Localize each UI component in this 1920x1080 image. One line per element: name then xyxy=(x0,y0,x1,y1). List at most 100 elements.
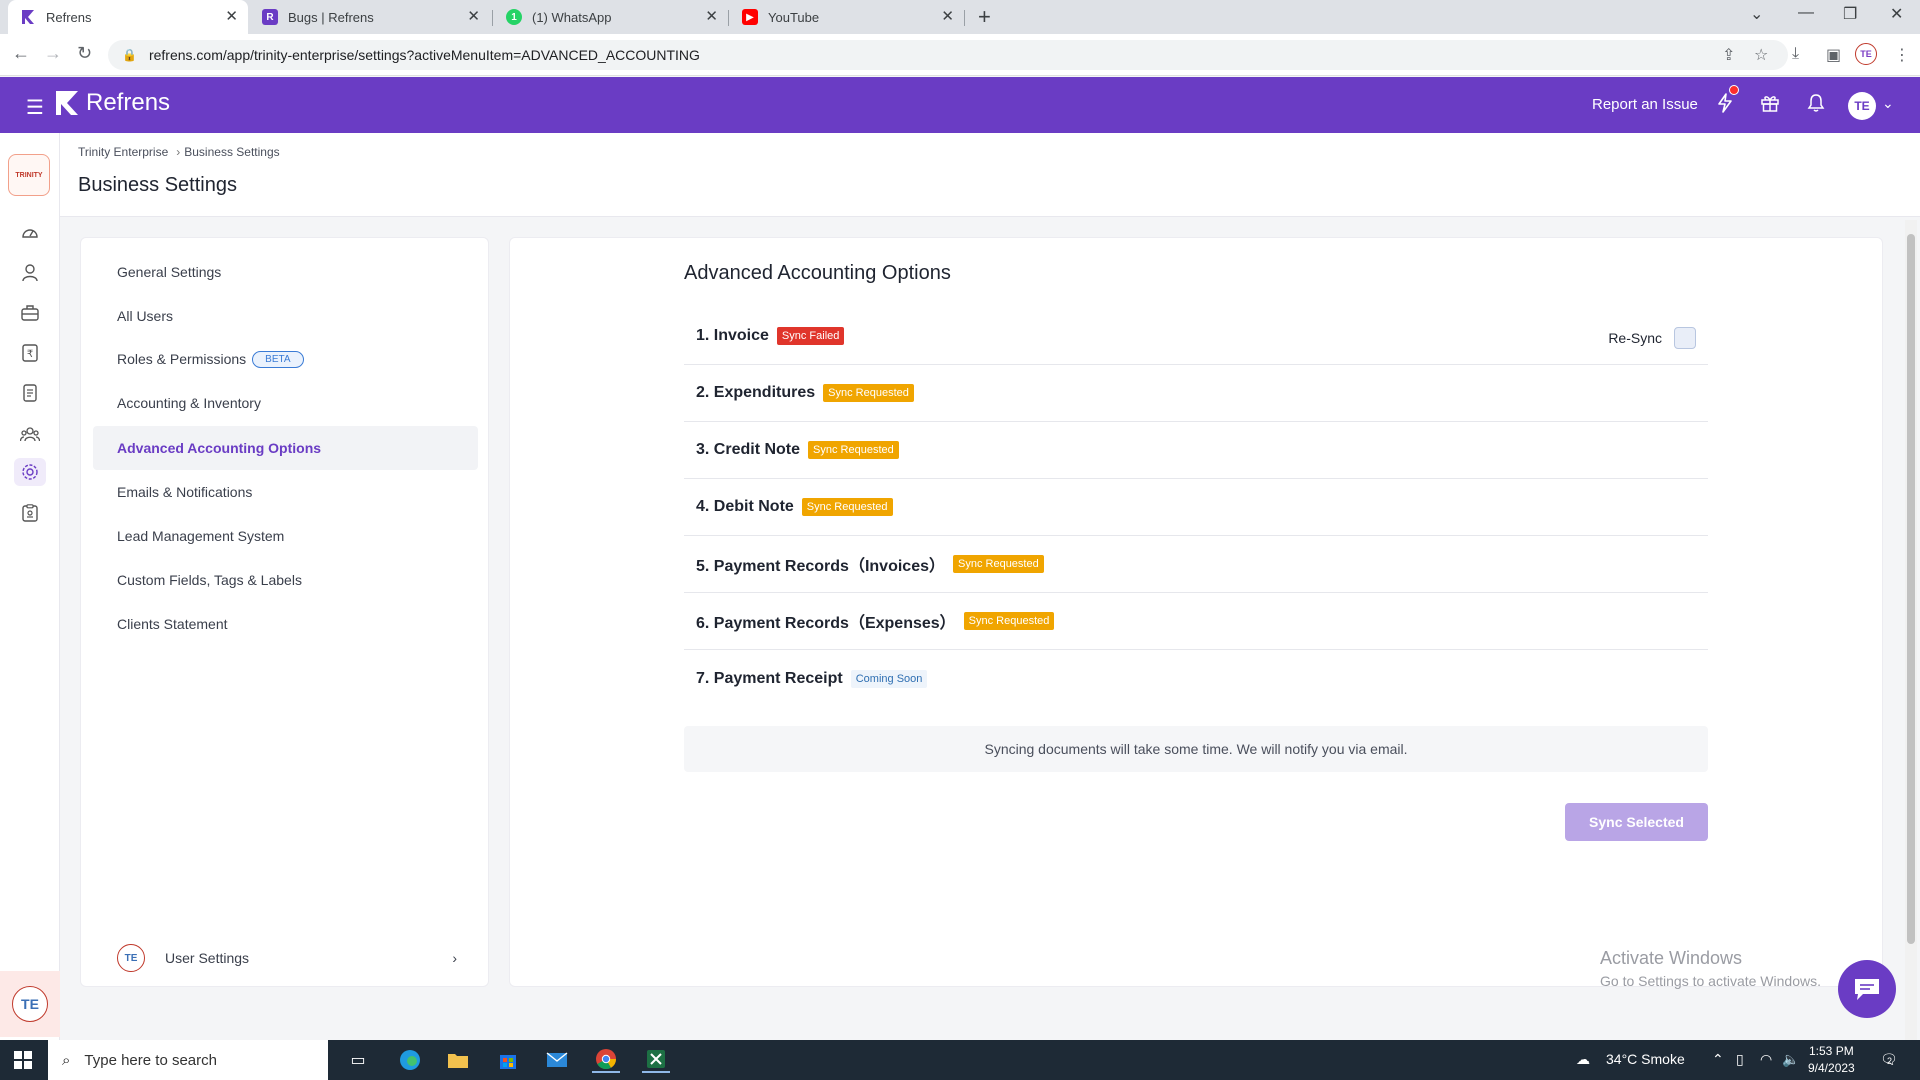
chat-icon xyxy=(1855,979,1879,1000)
user-icon[interactable] xyxy=(18,261,42,285)
team-icon[interactable] xyxy=(18,422,42,446)
option-label: 3. Credit Note xyxy=(696,441,801,458)
clipboard-icon[interactable] xyxy=(18,501,42,525)
tab-title: YouTube xyxy=(768,9,820,25)
report-issue-link[interactable]: Report an Issue xyxy=(1592,96,1698,113)
option-row-expenditures: 2. Expenditures Sync Requested xyxy=(684,365,1708,422)
browser-menu-icon[interactable]: ⋮ xyxy=(1894,45,1910,65)
status-badge: Sync Requested xyxy=(963,612,1055,630)
user-avatar[interactable]: TE xyxy=(1848,92,1876,120)
beta-badge: BETA xyxy=(252,350,304,368)
tab-search-icon[interactable]: ⌄ xyxy=(1750,4,1763,24)
tray-chevron-up-icon[interactable]: ⌃ xyxy=(1712,1051,1724,1068)
excel-icon[interactable] xyxy=(642,1047,670,1073)
status-badge: Sync Requested xyxy=(953,555,1044,573)
resync-control[interactable]: Re-Sync xyxy=(1608,327,1696,349)
mail-icon[interactable] xyxy=(543,1047,571,1073)
document-icon[interactable] xyxy=(18,381,42,405)
menu-item-general-settings[interactable]: General Settings xyxy=(93,250,478,294)
menu-item-lead-management[interactable]: Lead Management System xyxy=(93,514,478,558)
chrome-icon[interactable] xyxy=(592,1047,620,1073)
sync-notice: Syncing documents will take some time. W… xyxy=(684,726,1708,772)
chat-support-button[interactable] xyxy=(1838,960,1896,1018)
reload-icon[interactable]: ↻ xyxy=(77,43,92,64)
close-window-icon[interactable]: ✕ xyxy=(1890,4,1903,24)
tab-youtube[interactable]: ▶ YouTube ✕ xyxy=(730,0,964,34)
weather-text[interactable]: 34°C Smoke xyxy=(1606,1051,1685,1067)
minimize-icon[interactable]: — xyxy=(1798,4,1814,22)
option-row-payment-expenses: 6. Payment Records（Expenses） Sync Reques… xyxy=(684,593,1708,650)
breadcrumb-item-settings[interactable]: Business Settings xyxy=(184,145,279,159)
menu-item-roles-permissions[interactable]: Roles & Permissions BETA xyxy=(93,337,478,381)
tray-device-icon[interactable]: ▯ xyxy=(1736,1051,1744,1068)
tab-refrens[interactable]: Refrens ✕ xyxy=(8,0,248,34)
left-rail: TRINITY ₹ TE xyxy=(0,133,60,1040)
browser-profile-avatar[interactable]: TE xyxy=(1855,43,1877,65)
side-panel-icon[interactable]: ▣ xyxy=(1826,45,1841,65)
file-explorer-icon[interactable] xyxy=(444,1047,472,1073)
tab-bugs-refrens[interactable]: R Bugs | Refrens ✕ xyxy=(250,0,490,34)
hamburger-menu-icon[interactable]: ☰ xyxy=(26,95,44,120)
close-tab-icon[interactable]: ✕ xyxy=(225,9,238,25)
menu-item-advanced-accounting[interactable]: Advanced Accounting Options xyxy=(93,426,478,470)
notification-count: 2 xyxy=(1887,1056,1893,1066)
menu-item-label: Custom Fields, Tags & Labels xyxy=(117,572,302,588)
briefcase-icon[interactable] xyxy=(18,301,42,325)
settings-menu: General Settings All Users Roles & Permi… xyxy=(80,237,489,987)
share-icon[interactable]: ⇪ xyxy=(1722,45,1735,65)
edge-browser-icon[interactable] xyxy=(396,1047,424,1073)
forward-icon[interactable]: → xyxy=(44,43,62,64)
chevron-down-icon[interactable]: ⌄ xyxy=(1882,95,1894,112)
resync-checkbox[interactable] xyxy=(1674,327,1696,349)
bell-icon[interactable] xyxy=(1807,93,1825,119)
gift-icon[interactable] xyxy=(1760,93,1780,119)
address-bar[interactable]: 🔒 refrens.com/app/trinity-enterprise/set… xyxy=(108,40,1788,70)
lightning-icon[interactable] xyxy=(1716,93,1734,119)
whatsapp-favicon-icon: 1 xyxy=(506,9,522,25)
user-settings-link[interactable]: TE User Settings › xyxy=(117,942,457,974)
download-icon[interactable]: ⤓ xyxy=(1792,45,1799,63)
store-icon[interactable] xyxy=(494,1047,522,1073)
network-icon[interactable]: ◠ xyxy=(1760,1051,1772,1068)
refrens-logo[interactable]: Refrens xyxy=(54,89,170,117)
restore-icon[interactable]: ❐ xyxy=(1843,4,1857,24)
volume-icon[interactable]: 🔈 xyxy=(1782,1051,1799,1068)
refrens-favicon-icon xyxy=(20,9,36,25)
option-row-invoice: 1. Invoice Sync Failed Re-Sync xyxy=(684,308,1708,365)
menu-item-all-users[interactable]: All Users xyxy=(93,294,478,338)
notification-dot xyxy=(1729,85,1739,95)
settings-icon[interactable] xyxy=(14,458,46,486)
bookmark-star-icon[interactable]: ☆ xyxy=(1754,45,1768,65)
notification-center-icon[interactable]: 🗨 2 xyxy=(1880,1051,1898,1068)
breadcrumb-item-business[interactable]: Trinity Enterprise xyxy=(78,145,168,159)
scrollbar-thumb[interactable] xyxy=(1907,234,1915,944)
menu-item-label: Emails & Notifications xyxy=(117,484,253,500)
new-tab-button[interactable]: + xyxy=(978,4,991,30)
task-view-icon[interactable]: ▭ xyxy=(344,1047,372,1073)
taskbar-search[interactable]: ⌕ Type here to search xyxy=(48,1040,328,1080)
back-icon[interactable]: ← xyxy=(12,43,30,64)
menu-item-emails-notifications[interactable]: Emails & Notifications xyxy=(93,470,478,514)
windows-start-icon[interactable] xyxy=(14,1051,32,1069)
rupee-icon[interactable]: ₹ xyxy=(18,341,42,365)
business-logo[interactable]: TRINITY xyxy=(8,154,50,196)
close-tab-icon[interactable]: ✕ xyxy=(705,9,718,25)
rail-business-switcher[interactable]: TE xyxy=(0,971,60,1037)
menu-item-label: Accounting & Inventory xyxy=(117,395,261,411)
option-row-payment-invoices: 5. Payment Records（Invoices） Sync Reques… xyxy=(684,536,1708,593)
status-badge: Sync Failed xyxy=(776,327,845,345)
page-scrollbar[interactable] xyxy=(1905,220,1917,1040)
tab-whatsapp[interactable]: 1 (1) WhatsApp ✕ xyxy=(494,0,728,34)
dashboard-icon[interactable] xyxy=(18,220,42,244)
menu-item-clients-statement[interactable]: Clients Statement xyxy=(93,602,478,646)
menu-item-custom-fields[interactable]: Custom Fields, Tags & Labels xyxy=(93,558,478,602)
browser-toolbar: ← → ↻ 🔒 refrens.com/app/trinity-enterpri… xyxy=(0,34,1920,76)
sync-selected-button[interactable]: Sync Selected xyxy=(1565,803,1708,841)
menu-item-accounting-inventory[interactable]: Accounting & Inventory xyxy=(93,381,478,425)
close-tab-icon[interactable]: ✕ xyxy=(467,9,480,25)
weather-icon[interactable]: ☁ xyxy=(1576,1051,1590,1068)
chevron-right-icon: › xyxy=(452,950,457,966)
close-tab-icon[interactable]: ✕ xyxy=(941,9,954,25)
taskbar-clock[interactable]: 1:53 PM 9/4/2023 xyxy=(1808,1043,1855,1077)
section-title: Advanced Accounting Options xyxy=(684,262,951,284)
